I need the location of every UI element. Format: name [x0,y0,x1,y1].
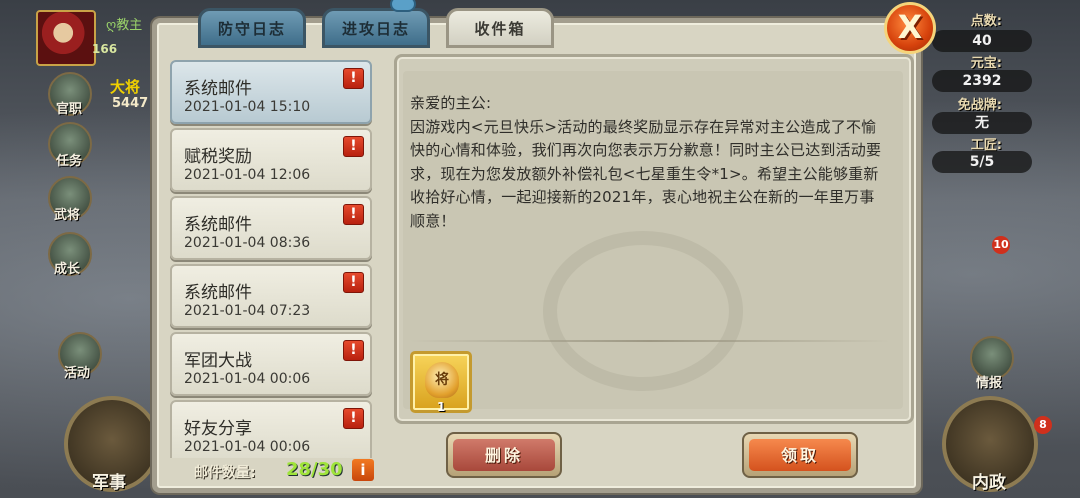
points-value: 40 [932,30,1032,52]
close-button[interactable]: X [884,2,936,54]
task-label: 任务 [56,154,83,169]
tab-defense-log[interactable]: 防守日志 [198,8,306,48]
gold-amount: 5447 [112,96,149,111]
mail-date: 2021-01-04 12:06 [184,167,311,183]
unread-alert-icon: ! [343,204,364,225]
mail-count-bar: 邮件数量: 28/30 i [166,458,377,484]
token-icon: 将 [425,362,459,398]
mail-title: 军团大战 [184,351,252,371]
mail-greeting: 亲爱的主公: [410,94,492,112]
game-screen: ღ教主 166 大将 5447 官职 任务 武将 成长 活动 军事 点数: 40… [0,0,1080,498]
office-label: 官职 [56,102,83,117]
event-label: 活动 [64,366,91,381]
mail-count-value: 28/30 [286,459,343,480]
growth-label: 成长 [54,262,81,277]
mail-date: 2021-01-04 08:36 [184,235,311,251]
mail-title: 系统邮件 [184,215,252,235]
ingot-value: 2392 [932,70,1032,92]
mail-item[interactable]: 军团大战 2021-01-04 00:06 ! [170,332,372,396]
tab-inbox[interactable]: 收件箱 [446,8,554,48]
mail-item[interactable]: 系统邮件 2021-01-04 15:10 ! [170,60,372,124]
mail-date: 2021-01-04 07:23 [184,303,311,319]
interior-label: 内政 [972,473,1006,493]
mail-item[interactable]: 赋税奖励 2021-01-04 12:06 ! [170,128,372,192]
info-button[interactable]: i [352,459,374,481]
mail-list[interactable]: 系统邮件 2021-01-04 15:10 ! 赋税奖励 2021-01-04 … [166,54,377,458]
mail-tabs: 防守日志 进攻日志 收件箱 [198,8,554,48]
delete-button[interactable]: 删除 [446,432,562,478]
mail-body: 因游戏内<元旦快乐>活动的最终奖励显示存在异常对主公造成了不愉快的心情和体验，我… [410,117,882,230]
mail-item[interactable]: 系统邮件 2021-01-04 08:36 ! [170,196,372,260]
content-divider [410,340,890,342]
rank-label: 大将 [110,78,141,96]
mail-item[interactable]: 好友分享 2021-01-04 00:06 ! [170,400,372,458]
mail-title: 赋税奖励 [184,147,252,167]
unread-alert-icon: ! [343,340,364,361]
delete-button-label: 删除 [453,439,555,471]
general-label: 武将 [54,208,81,223]
claim-button-label: 领取 [749,439,851,471]
dialog-pin-icon [390,0,416,12]
unread-alert-icon: ! [343,408,364,429]
unread-alert-icon: ! [343,272,364,293]
mail-date: 2021-01-04 00:06 [184,439,311,455]
mail-title: 好友分享 [184,419,252,439]
truce-label: 免战牌: [957,98,1002,113]
player-level: 166 [92,42,118,56]
mail-date: 2021-01-04 00:06 [184,371,311,387]
reward-quantity: 1 [437,400,446,414]
unread-alert-icon: ! [343,136,364,157]
unread-alert-icon: ! [343,68,364,89]
mail-count-label: 邮件数量: [194,465,256,481]
truce-value: 无 [932,112,1032,134]
intel-label: 情报 [976,376,1003,391]
watermark-emblem-icon [543,231,743,391]
artisan-value: 5/5 [932,151,1032,173]
mail-item[interactable]: 系统邮件 2021-01-04 07:23 ! [170,264,372,328]
hud-right: 点数: 40 元宝: 2392 免战牌: 无 工匠: 5/5 10 情报 8 内… [920,0,1080,498]
mail-title: 系统邮件 [184,283,252,303]
tab-attack-log[interactable]: 进攻日志 [322,8,430,48]
notice-badge[interactable]: 10 [992,236,1010,254]
reward-item[interactable]: 将 1 [410,351,472,414]
mail-message: 亲爱的主公: 因游戏内<元旦快乐>活动的最终奖励显示存在异常对主公造成了不愉快的… [410,92,888,233]
mail-date: 2021-01-04 15:10 [184,99,311,115]
interior-badge: 8 [1034,416,1052,434]
player-avatar[interactable] [36,10,96,66]
mail-title: 系统邮件 [184,79,252,99]
ingot-label: 元宝: [970,56,1002,71]
player-name: ღ教主 [106,18,143,33]
points-label: 点数: [970,14,1002,29]
hud-left: ღ教主 166 大将 5447 官职 任务 武将 成长 活动 军事 [0,0,160,498]
claim-button[interactable]: 领取 [742,432,858,478]
military-label: 军事 [92,473,126,493]
